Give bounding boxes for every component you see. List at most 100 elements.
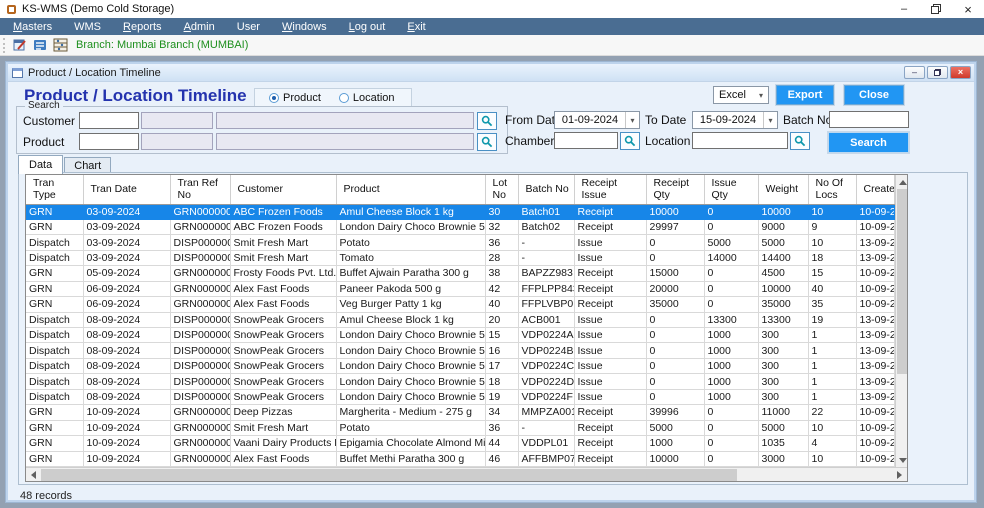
grid-cell[interactable]: Epigamia Chocolate Almond Milk 1 Ltr xyxy=(336,436,485,451)
grid-column-header[interactable]: Tran Date xyxy=(83,175,170,204)
table-row[interactable]: GRN10-09-2024GRN00000003Smit Fresh MartP… xyxy=(26,420,894,435)
grid-cell[interactable]: SnowPeak Grocers xyxy=(230,328,336,343)
grid-cell[interactable]: 0 xyxy=(646,250,704,265)
table-row[interactable]: GRN03-09-2024GRN00000001ABC Frozen Foods… xyxy=(26,204,894,219)
grid-cell[interactable]: Veg Burger Patty 1 kg xyxy=(336,297,485,312)
grid-cell[interactable]: GRN xyxy=(26,281,83,296)
table-row[interactable]: Dispatch08-09-2024DISP00000005SnowPeak G… xyxy=(26,374,894,389)
grid-cell[interactable]: 36 xyxy=(485,420,518,435)
grid-cell[interactable]: 30 xyxy=(485,204,518,219)
grid-cell[interactable]: Vaani Dairy Products Pvt. Ltd. xyxy=(230,436,336,451)
grid-cell[interactable]: 1035 xyxy=(758,436,808,451)
grid-cell[interactable]: Deep Pizzas xyxy=(230,405,336,420)
from-date-picker[interactable]: 01-09-2024 ▾ xyxy=(554,111,640,129)
scroll-up-icon[interactable] xyxy=(896,175,908,189)
grid-cell[interactable]: Receipt xyxy=(574,204,646,219)
grid-cell[interactable]: Batch02 xyxy=(518,219,574,234)
grid-cell[interactable]: 1000 xyxy=(704,358,758,373)
grid-cell[interactable]: GRN xyxy=(26,436,83,451)
grid-column-header[interactable]: Customer xyxy=(230,175,336,204)
mode-radio-location[interactable]: Location xyxy=(339,92,395,104)
grid-cell[interactable]: 0 xyxy=(704,297,758,312)
grid-cell[interactable]: Buffet Ajwain Paratha 300 g xyxy=(336,266,485,281)
grid-cell[interactable]: 0 xyxy=(646,358,704,373)
grid-cell[interactable]: Alex Fast Foods xyxy=(230,297,336,312)
grid-cell[interactable]: Issue xyxy=(574,328,646,343)
grid-cell[interactable]: SnowPeak Grocers xyxy=(230,374,336,389)
grid-cell[interactable]: Receipt xyxy=(574,451,646,467)
grid-cell[interactable]: 36 xyxy=(485,235,518,250)
grid-cell[interactable]: 10000 xyxy=(646,204,704,219)
grid-cell[interactable]: MMPZA001 xyxy=(518,405,574,420)
grid-cell[interactable]: 13300 xyxy=(704,312,758,327)
grid-cell[interactable]: 0 xyxy=(704,436,758,451)
grid-cell[interactable]: GRN00000007 xyxy=(170,451,230,467)
grid-cell[interactable]: 10-09-20 xyxy=(856,405,894,420)
close-window-button[interactable]: Close xyxy=(844,85,904,105)
grid-cell[interactable]: 08-09-2024 xyxy=(83,374,170,389)
grid-cell[interactable]: 300 xyxy=(758,358,808,373)
grid-cell[interactable]: Receipt xyxy=(574,436,646,451)
table-row[interactable]: Dispatch03-09-2024DISP00000004Smit Fresh… xyxy=(26,250,894,265)
close-button[interactable]: × xyxy=(952,0,984,18)
grid-cell[interactable]: 0 xyxy=(704,281,758,296)
grid-cell[interactable]: Dispatch xyxy=(26,343,83,358)
grid-cell[interactable]: Dispatch xyxy=(26,374,83,389)
grid-cell[interactable]: 300 xyxy=(758,374,808,389)
grid-cell[interactable]: VDP0224F xyxy=(518,389,574,404)
grid-cell[interactable]: 5000 xyxy=(758,420,808,435)
grid-cell[interactable]: 9 xyxy=(808,219,856,234)
grid-cell[interactable]: ABC Frozen Foods xyxy=(230,219,336,234)
menu-item-exit[interactable]: Exit xyxy=(396,21,436,33)
grid-cell[interactable]: 10-09-20 xyxy=(856,451,894,467)
grid-cell[interactable]: 11000 xyxy=(758,405,808,420)
grid-cell[interactable]: GRN xyxy=(26,266,83,281)
grid-cell[interactable]: 9000 xyxy=(758,219,808,234)
grid-cell[interactable]: 14400 xyxy=(758,250,808,265)
grid-cell[interactable]: VDP0224D xyxy=(518,374,574,389)
grid-cell[interactable]: Receipt xyxy=(574,420,646,435)
grid-cell[interactable]: 0 xyxy=(646,389,704,404)
grid-cell[interactable]: Margherita - Medium - 275 g xyxy=(336,405,485,420)
grid-cell[interactable]: Dispatch xyxy=(26,389,83,404)
grid-cell[interactable]: - xyxy=(518,250,574,265)
to-date-picker[interactable]: 15-09-2024 ▾ xyxy=(692,111,778,129)
grid-cell[interactable]: London Dairy Choco Brownie 500 ml xyxy=(336,343,485,358)
grid-cell[interactable]: 40 xyxy=(485,297,518,312)
table-row[interactable]: GRN10-09-2024GRN00000006Vaani Dairy Prod… xyxy=(26,436,894,451)
grid-cell[interactable]: 0 xyxy=(646,312,704,327)
grid-cell[interactable]: Receipt xyxy=(574,297,646,312)
grid-cell[interactable]: 38 xyxy=(485,266,518,281)
grid-cell[interactable]: 10 xyxy=(808,235,856,250)
table-row[interactable]: Dispatch03-09-2024DISP00000004Smit Fresh… xyxy=(26,235,894,250)
grid-cell[interactable]: - xyxy=(518,235,574,250)
grid-cell[interactable]: 1 xyxy=(808,389,856,404)
grid-cell[interactable]: 10 xyxy=(808,451,856,467)
grid-column-header[interactable]: Lot No xyxy=(485,175,518,204)
grid-cell[interactable]: Potato xyxy=(336,235,485,250)
grid-cell[interactable]: 10-09-2024 xyxy=(83,436,170,451)
grid-cell[interactable]: 10-09-20 xyxy=(856,281,894,296)
restore-button[interactable] xyxy=(920,0,952,18)
grid-cell[interactable]: 28 xyxy=(485,250,518,265)
grid-cell[interactable]: 3000 xyxy=(758,451,808,467)
grid-cell[interactable]: 08-09-2024 xyxy=(83,358,170,373)
table-row[interactable]: Dispatch08-09-2024DISP00000005SnowPeak G… xyxy=(26,312,894,327)
mode-radio-product[interactable]: Product xyxy=(269,92,321,104)
form-edit-icon[interactable] xyxy=(12,38,28,53)
export-button[interactable]: Export xyxy=(776,85,834,105)
grid-cell[interactable]: 13-09-20 xyxy=(856,235,894,250)
menu-item-masters[interactable]: Masters xyxy=(2,21,63,33)
grid-cell[interactable]: Amul Cheese Block 1 kg xyxy=(336,204,485,219)
table-row[interactable]: GRN06-09-2024GRN00000005Alex Fast FoodsP… xyxy=(26,281,894,296)
grid-cell[interactable]: Issue xyxy=(574,374,646,389)
customer-code-input[interactable] xyxy=(79,112,139,129)
grid-cell[interactable]: ABC Frozen Foods xyxy=(230,204,336,219)
product-search-button[interactable] xyxy=(477,133,497,151)
grid-cell[interactable]: 13-09-20 xyxy=(856,328,894,343)
grid-cell[interactable]: 0 xyxy=(646,328,704,343)
grid-column-header[interactable]: Product xyxy=(336,175,485,204)
grid-cell[interactable]: GRN xyxy=(26,219,83,234)
branch-icon[interactable] xyxy=(52,38,68,53)
grid-cell[interactable]: 10 xyxy=(808,420,856,435)
